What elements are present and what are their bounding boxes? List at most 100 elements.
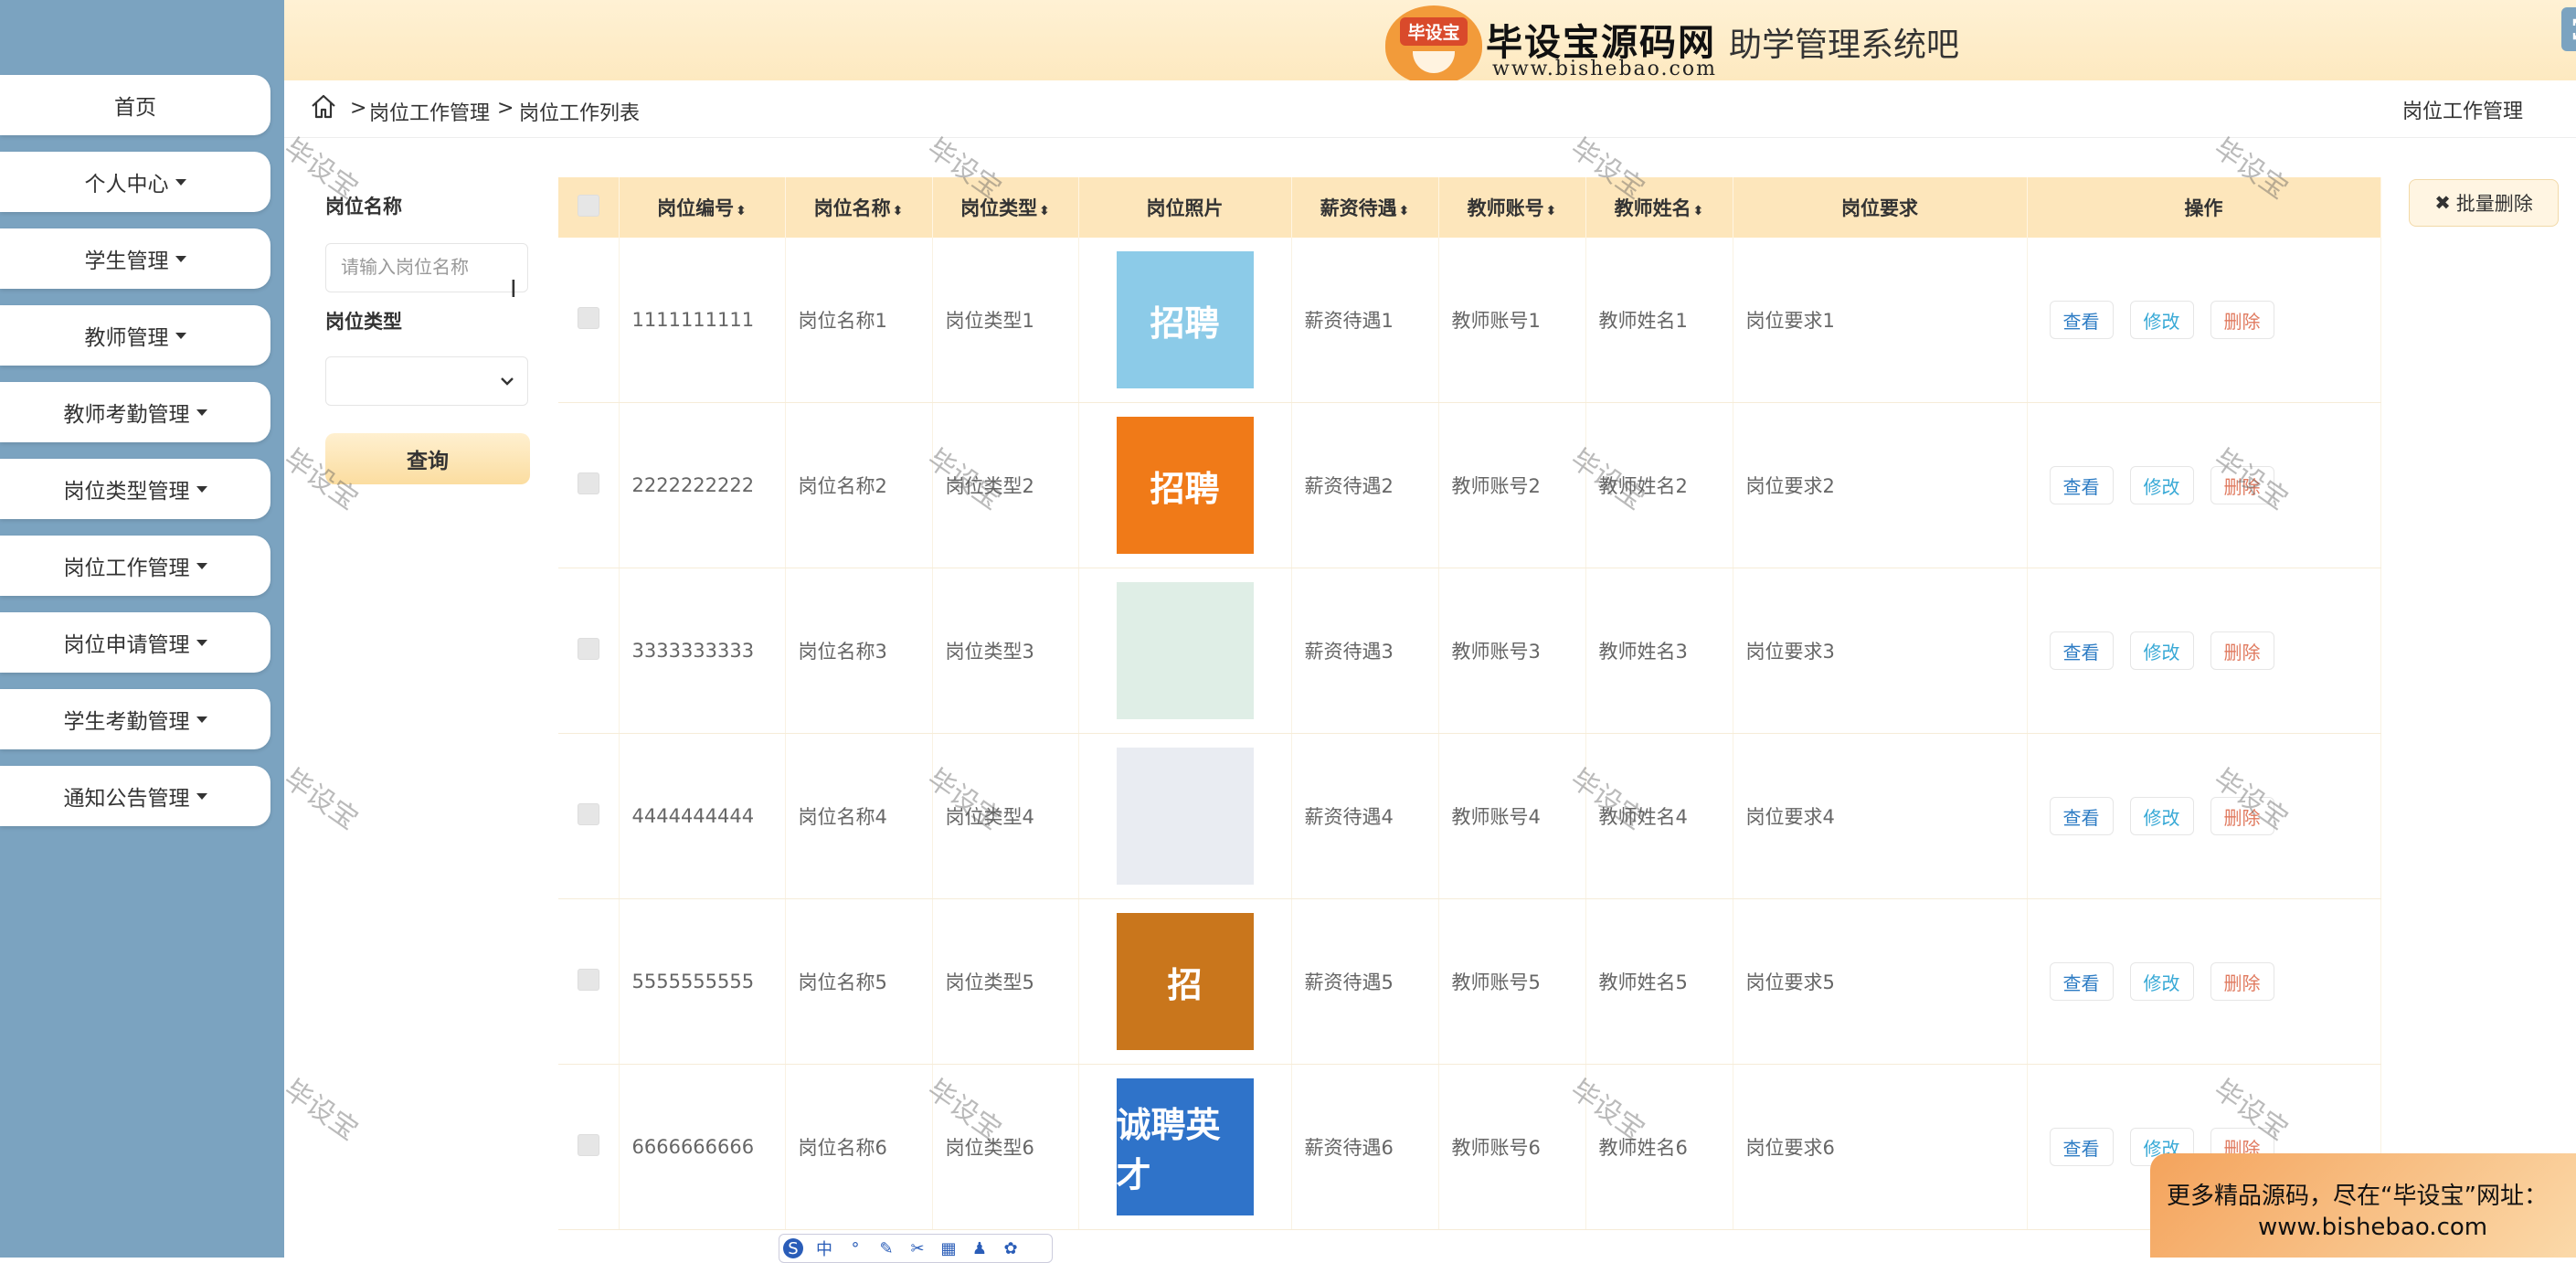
delete-button[interactable]: 删除 [2210, 797, 2274, 835]
column-label: 教师姓名 [1614, 197, 1691, 219]
edit-button[interactable]: 修改 [2129, 797, 2194, 835]
sidebar-item-position-type[interactable]: 岗位类型管理 [0, 459, 270, 519]
caret-down-icon [196, 562, 207, 569]
fullscreen-button[interactable] [2561, 7, 2576, 51]
edit-button[interactable]: 修改 [2129, 632, 2194, 670]
caret-down-icon [196, 409, 207, 416]
sidebar-item-label: 通知公告管理 [63, 787, 190, 811]
delete-button[interactable]: 删除 [2210, 632, 2274, 670]
caret-down-icon [175, 255, 186, 262]
row-checkbox[interactable] [577, 802, 599, 825]
breadcrumb-item-position-work[interactable]: 岗位工作管理 [369, 97, 490, 126]
photo-cell: 招 [1078, 898, 1292, 1065]
view-button[interactable]: 查看 [2049, 301, 2114, 339]
sidebar-item-personal-center[interactable]: 个人中心 [0, 152, 270, 212]
promo-banner: 更多精品源码，尽在“毕设宝”网址： www.bishebao.com [2150, 1153, 2576, 1258]
delete-button[interactable]: 删除 [2210, 962, 2274, 1001]
table-row: 3333333333 岗位名称3 岗位类型3 薪资待遇3 教师账号3 教师姓名3 岗位要求3… [558, 568, 2381, 734]
delete-button[interactable]: 删除 [2210, 301, 2274, 339]
row-checkbox[interactable] [577, 637, 599, 660]
select-all-checkbox[interactable] [577, 194, 599, 217]
query-button[interactable]: 查询 [325, 433, 530, 484]
photo-cell: 招聘 [1078, 402, 1292, 568]
column-header-no[interactable]: 岗位编号 ⬍ [619, 177, 786, 238]
position-table: 岗位编号 ⬍ 岗位名称 ⬍ 岗位类型 ⬍ 岗位照片 薪资待遇 ⬍ 教师账号 ⬍ 教师姓名 ⬍… [558, 177, 2386, 1258]
photo-caption: 诚聘英才 [1116, 1105, 1221, 1195]
cell-teacher-name: 教师姓名2 [1585, 402, 1733, 568]
pen-icon[interactable]: ✎ [876, 1238, 896, 1258]
cell-no: 3333333333 [619, 568, 786, 734]
view-button[interactable]: 查看 [2049, 797, 2114, 835]
column-header-type[interactable]: 岗位类型 ⬍ [932, 177, 1079, 238]
cell-requirement: 岗位要求2 [1733, 402, 2028, 568]
ime-logo-icon[interactable]: S [783, 1238, 803, 1258]
sidebar-item-label: 首页 [114, 96, 156, 120]
cell-name: 岗位名称5 [785, 898, 933, 1065]
column-header-teacher-account[interactable]: 教师账号 ⬍ [1438, 177, 1586, 238]
sidebar-item-label: 学生考勤管理 [63, 710, 190, 734]
column-header-salary[interactable]: 薪资待遇 ⬍ [1291, 177, 1439, 238]
sidebar-item-home[interactable]: 首页 [0, 75, 270, 135]
cell-teacher-name: 教师姓名5 [1585, 898, 1733, 1065]
caret-down-icon [196, 639, 207, 646]
position-photo [1116, 748, 1254, 885]
ime-mode-chinese[interactable]: 中 [814, 1238, 834, 1259]
edit-button[interactable]: 修改 [2129, 466, 2194, 504]
sidebar-item-student-attendance[interactable]: 学生考勤管理 [0, 689, 270, 749]
column-header-name[interactable]: 岗位名称 ⬍ [785, 177, 933, 238]
row-checkbox[interactable] [577, 1133, 599, 1156]
view-button[interactable]: 查看 [2049, 466, 2114, 504]
edit-button[interactable]: 修改 [2129, 962, 2194, 1001]
row-checkbox[interactable] [577, 306, 599, 329]
skin-icon[interactable]: ♟ [970, 1238, 990, 1258]
system-title: 助学管理系统吧 [1729, 27, 1960, 64]
cell-teacher-name: 教师姓名6 [1585, 1064, 1733, 1230]
row-checkbox[interactable] [577, 968, 599, 991]
home-icon[interactable] [310, 93, 337, 121]
search-type-select[interactable] [325, 356, 528, 406]
sidebar-item-student-management[interactable]: 学生管理 [0, 228, 270, 289]
cell-type: 岗位类型2 [932, 402, 1079, 568]
cell-salary: 薪资待遇4 [1291, 733, 1439, 899]
punctuation-icon[interactable]: ° [845, 1238, 865, 1258]
sidebar-item-teacher-attendance[interactable]: 教师考勤管理 [0, 382, 270, 442]
cell-requirement: 岗位要求5 [1733, 898, 2028, 1065]
sidebar-item-teacher-management[interactable]: 教师管理 [0, 305, 270, 366]
row-checkbox[interactable] [577, 472, 599, 494]
logo-badge: 毕设宝 [1385, 5, 1482, 84]
delete-button[interactable]: 删除 [2210, 466, 2274, 504]
text-cursor-icon: I [510, 276, 517, 303]
column-header-teacher-name[interactable]: 教师姓名 ⬍ [1585, 177, 1733, 238]
sort-icon: ⬍ [1692, 204, 1704, 218]
sidebar-item-position-application[interactable]: 岗位申请管理 [0, 612, 270, 673]
select-all-cell [558, 177, 620, 238]
photo-cell [1078, 568, 1292, 734]
table-header-row: 岗位编号 ⬍ 岗位名称 ⬍ 岗位类型 ⬍ 岗位照片 薪资待遇 ⬍ 教师账号 ⬍ 教师姓名 ⬍… [558, 177, 2381, 238]
settings-icon[interactable]: ✿ [1001, 1238, 1021, 1258]
cell-teacher-account: 教师账号4 [1438, 733, 1586, 899]
sidebar-item-label: 岗位类型管理 [63, 480, 190, 504]
column-label: 岗位类型 [960, 197, 1038, 219]
table-row: 1111111111 岗位名称1 岗位类型1 招聘 薪资待遇1 教师账号1 教师姓名1 岗位要… [558, 238, 2381, 403]
fullscreen-icon [2572, 18, 2576, 40]
view-button[interactable]: 查看 [2049, 1128, 2114, 1166]
cell-no: 1111111111 [619, 238, 786, 403]
cell-name: 岗位名称2 [785, 402, 933, 568]
view-button[interactable]: 查看 [2049, 962, 2114, 1001]
promo-url: www.bishebao.com [2258, 1214, 2488, 1241]
view-button[interactable]: 查看 [2049, 632, 2114, 670]
keyboard-icon[interactable]: ▦ [938, 1238, 959, 1258]
sidebar-item-position-work[interactable]: 岗位工作管理 [0, 536, 270, 596]
photo-caption: 招聘 [1150, 302, 1220, 344]
cell-no: 4444444444 [619, 733, 786, 899]
cell-teacher-name: 教师姓名4 [1585, 733, 1733, 899]
cell-no: 6666666666 [619, 1064, 786, 1230]
caret-down-icon [196, 792, 207, 800]
edit-button[interactable]: 修改 [2129, 301, 2194, 339]
logo-url: www.bishebao.com [1492, 58, 1717, 80]
tools-icon[interactable]: ✂ [907, 1238, 928, 1258]
table-row: 4444444444 岗位名称4 岗位类型4 薪资待遇4 教师账号4 教师姓名4 岗位要求4… [558, 733, 2381, 899]
sidebar-item-notice[interactable]: 通知公告管理 [0, 766, 270, 826]
search-name-input[interactable] [325, 243, 528, 292]
batch-delete-button[interactable]: ✖ 批量删除 [2409, 179, 2559, 227]
